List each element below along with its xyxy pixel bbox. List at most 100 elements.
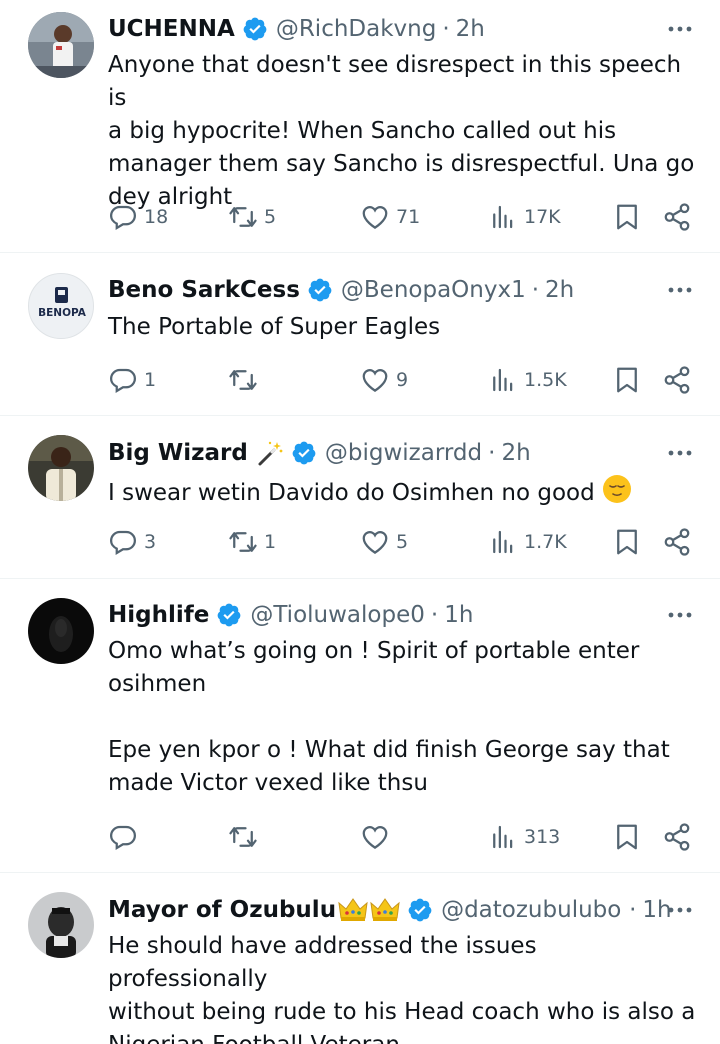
like-button[interactable]: 5 [360, 524, 408, 560]
bookmark-button[interactable] [612, 199, 642, 235]
tweet-header: UCHENNA @RichDakvng · 2h [108, 11, 485, 47]
views-icon [493, 368, 513, 392]
magic-wand-emoji-icon [258, 441, 283, 466]
user-handle[interactable]: @Tioluwalope0 [250, 602, 425, 628]
repost-count: 5 [264, 206, 277, 228]
display-name[interactable]: UCHENNA [108, 16, 235, 42]
views-button[interactable]: 313 [488, 819, 560, 855]
timestamp[interactable]: 2h [456, 16, 485, 42]
views-icon [493, 825, 513, 849]
avatar[interactable] [28, 598, 94, 664]
bookmark-button[interactable] [612, 362, 642, 398]
tweet[interactable]: Highlife @Tioluwalope0 · 1h Omo what’s g… [0, 579, 720, 872]
display-name[interactable]: Highlife [108, 602, 209, 628]
like-count: 9 [396, 369, 409, 391]
share-button[interactable] [662, 524, 692, 560]
avatar[interactable]: BENOPA [28, 273, 94, 339]
reply-button[interactable]: 1 [108, 362, 156, 398]
tweet-header: Highlife @Tioluwalope0 · 1h [108, 597, 473, 633]
bookmark-button[interactable] [612, 819, 642, 855]
reply-count: 3 [144, 531, 157, 553]
reply-button[interactable]: 18 [108, 199, 168, 235]
views-icon [493, 205, 513, 229]
share-icon [664, 203, 690, 231]
avatar[interactable] [28, 12, 94, 78]
reply-count: 18 [144, 206, 169, 228]
timestamp[interactable]: 1h [444, 602, 473, 628]
share-icon [664, 823, 690, 851]
views-button[interactable]: 17K [488, 199, 561, 235]
like-button[interactable] [360, 819, 396, 855]
repost-button[interactable]: 5 [228, 199, 276, 235]
tweet-text: The Portable of Super Eagles [108, 314, 441, 340]
user-handle[interactable]: @bigwizarrdd [325, 440, 482, 466]
verified-badge-icon [292, 441, 316, 465]
share-button[interactable] [662, 819, 692, 855]
repost-icon [229, 532, 257, 552]
reply-icon [109, 368, 137, 393]
like-icon [362, 531, 388, 554]
tweet-text: Omo what’s going on ! Spirit of portable… [108, 638, 670, 796]
separator-dot: · [488, 440, 496, 466]
repost-button[interactable] [228, 362, 264, 398]
share-icon [664, 528, 690, 556]
replies-feed: UCHENNA @RichDakvng · 2h Anyone that doe… [0, 0, 720, 1044]
more-dots-icon[interactable] [666, 278, 694, 302]
bookmark-button[interactable] [612, 524, 642, 560]
avatar[interactable] [28, 892, 94, 958]
bookmark-icon [617, 204, 637, 230]
reply-icon [109, 530, 137, 555]
reply-count: 1 [144, 369, 157, 391]
action-bar: 313 [108, 819, 698, 855]
verified-badge-icon [308, 278, 332, 302]
avatar[interactable] [28, 435, 94, 501]
views-button[interactable]: 1.5K [488, 362, 567, 398]
tweet-header: Beno SarkCess @BenopaOnyx1 · 2h [108, 272, 574, 308]
tweet-text: I swear wetin Davido do Osimhen no good [108, 474, 698, 510]
repost-icon [229, 827, 257, 847]
repost-icon [229, 207, 257, 227]
timestamp[interactable]: 2h [545, 277, 574, 303]
more-dots-icon[interactable] [666, 441, 694, 465]
views-button[interactable]: 1.7K [488, 524, 567, 560]
repost-button[interactable] [228, 819, 264, 855]
more-dots-icon[interactable] [666, 603, 694, 627]
more-dots-icon[interactable] [666, 17, 694, 41]
separator-dot: · [442, 16, 450, 42]
verified-badge-icon [408, 898, 432, 922]
verified-badge-icon [217, 603, 241, 627]
like-button[interactable]: 9 [360, 362, 408, 398]
display-name[interactable]: Mayor of Ozubulu [108, 897, 336, 923]
share-icon [664, 366, 690, 394]
tweet[interactable]: UCHENNA @RichDakvng · 2h Anyone that doe… [0, 0, 720, 252]
repost-button[interactable]: 1 [228, 524, 276, 560]
tweet[interactable]: BENOPA Beno SarkCess @BenopaOnyx1 · 2h T… [0, 253, 720, 415]
like-button[interactable]: 71 [360, 199, 420, 235]
tweet-text-content: I swear wetin Davido do Osimhen no good [108, 480, 595, 506]
separator-dot: · [430, 602, 439, 628]
reply-button[interactable]: 3 [108, 524, 156, 560]
user-handle[interactable]: @datozubuluboi [441, 897, 623, 923]
tweet[interactable]: Mayor of Ozubulu @datozubuluboi · 1h He … [0, 873, 720, 1044]
like-icon [362, 826, 388, 849]
timestamp[interactable]: 2h [501, 440, 530, 466]
avatar-logo-text: BENOPA [38, 307, 87, 319]
tweet-text: He should have addressed the issues prof… [108, 933, 696, 1044]
crown-emoji-icon [338, 898, 368, 921]
tweet[interactable]: Big Wizard @bigwizarrdd · 2h I swear wet… [0, 416, 720, 578]
reply-button[interactable] [108, 819, 144, 855]
more-dots-icon[interactable] [666, 898, 694, 922]
views-icon [493, 530, 513, 554]
like-count: 71 [396, 206, 421, 228]
user-handle[interactable]: @RichDakvng [276, 16, 437, 42]
views-count: 313 [524, 826, 561, 848]
user-handle[interactable]: @BenopaOnyx1 [341, 277, 526, 303]
display-name[interactable]: Beno SarkCess [108, 277, 300, 303]
verified-badge-icon [243, 17, 267, 41]
relieved-face-emoji-icon [603, 475, 632, 503]
like-icon [362, 206, 388, 229]
like-count: 5 [396, 531, 409, 553]
display-name[interactable]: Big Wizard [108, 440, 248, 466]
share-button[interactable] [662, 362, 692, 398]
share-button[interactable] [662, 199, 692, 235]
